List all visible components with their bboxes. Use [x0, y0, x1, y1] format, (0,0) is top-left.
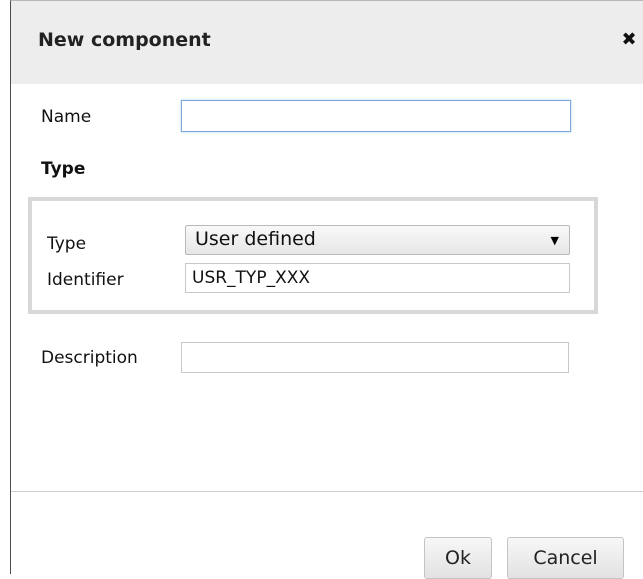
description-input[interactable]	[181, 342, 569, 373]
identifier-label: Identifier	[47, 270, 124, 290]
ok-button[interactable]: Ok	[424, 537, 492, 579]
close-icon[interactable]: ✖	[621, 31, 637, 49]
type-select-value: User defined	[195, 228, 316, 250]
name-label: Name	[41, 107, 92, 127]
new-component-dialog: New component ✖ Name Type Type User defi…	[10, 0, 643, 579]
dropdown-arrow-icon: ▼	[550, 234, 559, 247]
name-input[interactable]	[181, 100, 571, 132]
type-section-title: Type	[41, 159, 86, 179]
dialog-titlebar[interactable]: New component ✖	[11, 1, 643, 84]
type-label: Type	[47, 234, 87, 254]
dialog-title: New component	[38, 29, 211, 51]
cancel-button[interactable]: Cancel	[507, 537, 624, 579]
identifier-input[interactable]	[185, 263, 570, 293]
footer-divider	[11, 491, 643, 492]
description-label: Description	[41, 348, 138, 368]
type-select[interactable]: User defined ▼	[185, 225, 570, 255]
type-fieldset: Type User defined ▼ Identifier	[28, 197, 598, 314]
